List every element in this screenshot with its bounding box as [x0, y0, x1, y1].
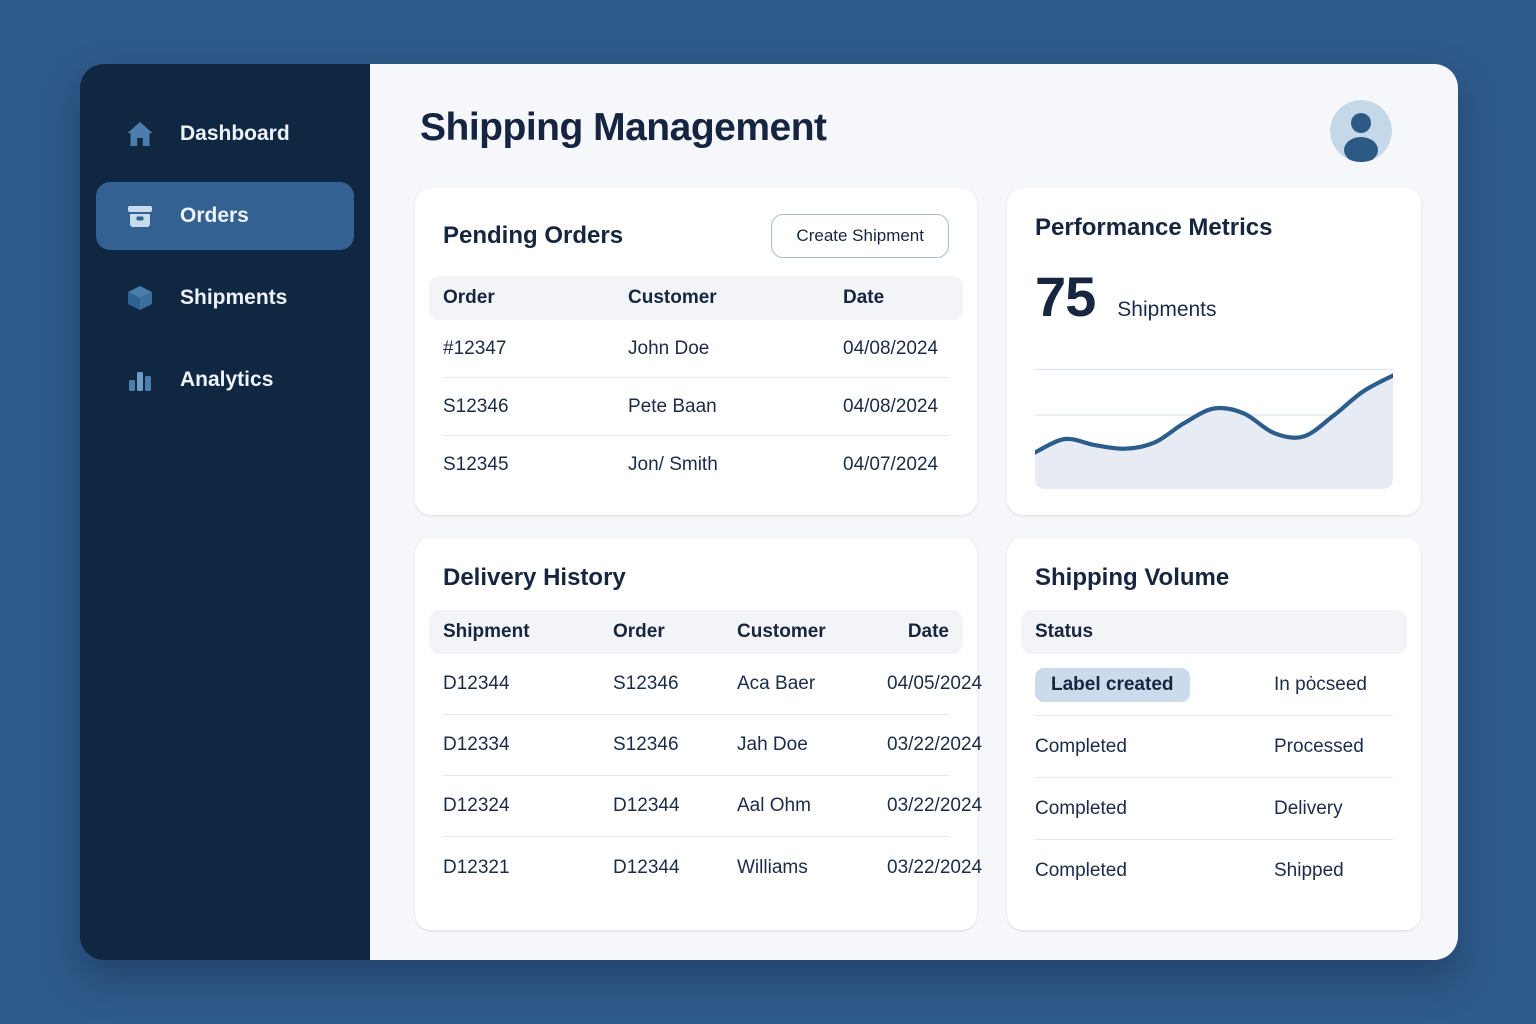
status-detail: Shipped — [1274, 860, 1393, 882]
table-row: Completed Processed — [1035, 716, 1393, 778]
order-id: #12347 — [443, 338, 628, 360]
status-label: Completed — [1035, 798, 1274, 820]
sidebar-item-orders[interactable]: Orders — [96, 182, 354, 250]
delivery-history-title: Delivery History — [443, 564, 949, 592]
home-icon — [124, 118, 156, 150]
sidebar-item-label: Dashboard — [180, 122, 290, 146]
status-detail: Processed — [1274, 736, 1393, 758]
status-badge: Label created — [1035, 668, 1190, 702]
table-row: Completed Delivery — [1035, 778, 1393, 840]
performance-chart — [1035, 367, 1393, 489]
order-date: 04/08/2024 — [843, 338, 949, 360]
customer-name: Jon/ Smith — [628, 454, 843, 476]
table-row: Label created In pȯcseed — [1035, 654, 1393, 716]
chart-area — [1035, 376, 1393, 490]
customer-name: Pete Baan — [628, 396, 843, 418]
shipping-volume-title: Shipping Volume — [1035, 564, 1393, 592]
shipments-count: 75 — [1035, 264, 1095, 329]
pending-orders-card: Pending Orders Create Shipment Order Cus… — [415, 188, 977, 515]
shipment-id: D12344 — [443, 673, 613, 695]
main-content: Shipping Management Pending Orders Creat… — [370, 64, 1458, 960]
column-header: Date — [843, 287, 949, 309]
sidebar-item-label: Analytics — [180, 368, 273, 392]
performance-metrics-title: Performance Metrics — [1035, 214, 1393, 242]
shipment-id: D12324 — [443, 795, 613, 817]
sidebar-item-analytics[interactable]: Analytics — [96, 346, 354, 414]
shipping-volume-card: Shipping Volume Status Label created In … — [1007, 538, 1421, 930]
sidebar: Dashboard Orders Shipments — [80, 64, 370, 960]
table-row: D12334 S12346 Jah Doe 03/22/2024 — [443, 715, 949, 776]
delivery-date: 04/05/2024 — [887, 673, 982, 695]
cube-icon — [124, 282, 156, 314]
customer-name: John Doe — [628, 338, 843, 360]
customer-name: Williams — [737, 857, 887, 879]
order-id: S12345 — [443, 454, 628, 476]
bar-chart-icon — [124, 364, 156, 396]
performance-chart-container — [1035, 367, 1393, 489]
create-shipment-button[interactable]: Create Shipment — [771, 214, 949, 258]
sidebar-item-label: Shipments — [180, 286, 287, 310]
column-header: Order — [613, 621, 737, 643]
table-row: D12344 S12346 Aca Baer 04/05/2024 — [443, 654, 949, 715]
customer-name: Aal Ohm — [737, 795, 887, 817]
order-date: 04/08/2024 — [843, 396, 949, 418]
table-row: S12346 Pete Baan 04/08/2024 — [443, 378, 949, 436]
shipments-unit-label: Shipments — [1117, 298, 1216, 322]
pending-orders-title: Pending Orders — [443, 222, 623, 250]
performance-metrics-card: Performance Metrics 75 Shipments — [1007, 188, 1421, 515]
sidebar-item-dashboard[interactable]: Dashboard — [96, 100, 354, 168]
order-id: D12344 — [613, 857, 737, 879]
app-window: Dashboard Orders Shipments — [80, 64, 1458, 960]
column-header: Order — [443, 287, 628, 309]
column-header: Status — [1035, 621, 1274, 643]
delivery-date: 03/22/2024 — [887, 795, 982, 817]
customer-name: Aca Baer — [737, 673, 887, 695]
column-header: Customer — [628, 287, 843, 309]
table-row: #12347 John Doe 04/08/2024 — [443, 320, 949, 378]
order-id: S12346 — [443, 396, 628, 418]
delivery-date: 03/22/2024 — [887, 857, 982, 879]
orders-box-icon — [124, 200, 156, 232]
status-detail: Delivery — [1274, 798, 1393, 820]
status-detail: In pȯcseed — [1274, 674, 1393, 696]
column-header: Shipment — [443, 621, 613, 643]
order-id: D12344 — [613, 795, 737, 817]
column-header: Customer — [737, 621, 887, 643]
order-date: 04/07/2024 — [843, 454, 949, 476]
status-label: Completed — [1035, 736, 1274, 758]
status-label: Completed — [1035, 860, 1274, 882]
pending-orders-header: Order Customer Date — [429, 276, 963, 320]
delivery-history-card: Delivery History Shipment Order Customer… — [415, 538, 977, 930]
order-id: S12346 — [613, 673, 737, 695]
customer-name: Jah Doe — [737, 734, 887, 756]
shipping-volume-header: Status — [1021, 610, 1407, 654]
column-header: Date — [887, 621, 949, 643]
delivery-date: 03/22/2024 — [887, 734, 982, 756]
sidebar-item-shipments[interactable]: Shipments — [96, 264, 354, 332]
shipment-id: D12321 — [443, 857, 613, 879]
order-id: S12346 — [613, 734, 737, 756]
table-row: D12324 D12344 Aal Ohm 03/22/2024 — [443, 776, 949, 837]
table-row: D12321 D12344 Williams 03/22/2024 — [443, 837, 949, 898]
table-row: S12345 Jon/ Smith 04/07/2024 — [443, 436, 949, 494]
page-title: Shipping Management — [420, 106, 827, 150]
table-row: Completed Shipped — [1035, 840, 1393, 902]
shipment-id: D12334 — [443, 734, 613, 756]
user-avatar[interactable] — [1330, 100, 1392, 162]
delivery-history-header: Shipment Order Customer Date — [429, 610, 963, 654]
sidebar-item-label: Orders — [180, 204, 249, 228]
